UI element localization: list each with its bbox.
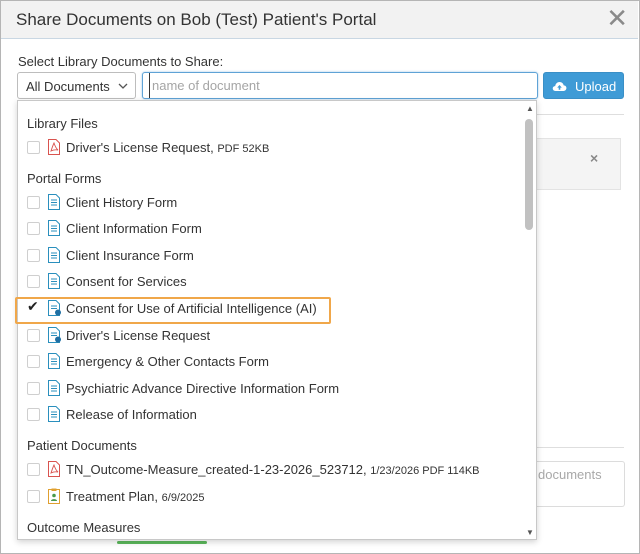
item-checkbox[interactable] <box>27 463 40 476</box>
item-checkbox[interactable] <box>27 275 40 288</box>
list-item[interactable]: Client Insurance Form <box>27 246 522 266</box>
item-label: Driver's License Request <box>66 328 211 343</box>
group-header-outcome-measures: Outcome Measures <box>27 520 141 535</box>
list-item[interactable]: Driver's License Request <box>27 326 522 346</box>
list-item[interactable]: Client History Form <box>27 193 522 213</box>
item-checkbox[interactable] <box>27 249 40 262</box>
item-label: Treatment Plan, <box>66 489 159 504</box>
list-item[interactable]: Consent for Services <box>27 272 522 292</box>
list-item[interactable]: Psychiatric Advance Directive Informatio… <box>27 379 522 399</box>
item-checkbox[interactable] <box>27 408 40 421</box>
list-item[interactable]: TN_Outcome-Measure_created-1-23-2026_523… <box>27 460 522 480</box>
item-label: TN_Outcome-Measure_created-1-23-2026_523… <box>66 462 367 477</box>
item-checkbox[interactable] <box>27 222 40 235</box>
item-checkbox[interactable] <box>27 355 40 368</box>
treatment-plan-icon <box>48 488 60 504</box>
upload-button[interactable]: Upload <box>543 72 624 99</box>
cloud-upload-icon <box>552 82 567 91</box>
item-label: Emergency & Other Contacts Form <box>66 354 270 369</box>
list-item[interactable]: Driver's License Request, PDF 52KB <box>27 138 522 158</box>
item-meta: 1/23/2026 PDF 114KB <box>370 465 480 477</box>
list-item[interactable]: Emergency & Other Contacts Form <box>27 352 522 372</box>
item-label: Driver's License Request, <box>66 140 214 155</box>
form-doc-icon <box>48 194 60 210</box>
remove-icon[interactable]: × <box>590 150 598 166</box>
form-doc-icon <box>48 273 60 289</box>
scrollbar-thumb[interactable] <box>525 119 533 230</box>
dialog-header: Share Documents on Bob (Test) Patient's … <box>1 1 638 39</box>
dialog-title: Share Documents on Bob (Test) Patient's … <box>16 10 377 29</box>
item-checkbox[interactable] <box>27 490 40 503</box>
group-header-portal-forms: Portal Forms <box>27 171 102 186</box>
item-checkbox[interactable] <box>27 382 40 395</box>
background-selected-panel <box>536 138 621 190</box>
document-search-input[interactable] <box>149 73 534 98</box>
item-label: Psychiatric Advance Directive Informatio… <box>66 381 340 396</box>
pdf-icon <box>48 461 60 477</box>
document-search-field[interactable] <box>142 72 538 99</box>
selection-highlight <box>15 297 331 324</box>
close-icon[interactable]: ✕ <box>606 4 628 34</box>
item-label: Client History Form <box>66 195 178 210</box>
form-doc-icon <box>48 220 60 236</box>
select-library-label: Select Library Documents to Share: <box>18 54 224 69</box>
background-message-text: documents <box>538 467 602 482</box>
item-meta: 6/9/2025 <box>161 492 205 504</box>
scroll-down-arrow-icon[interactable]: ▼ <box>526 528 534 537</box>
pdf-icon <box>48 139 60 155</box>
item-checkbox[interactable] <box>27 141 40 154</box>
background-button-edge <box>117 541 207 544</box>
group-header-patient-documents: Patient Documents <box>27 438 137 453</box>
item-checkbox[interactable] <box>27 196 40 209</box>
form-doc-icon <box>48 406 60 422</box>
form-doc-signature-icon <box>48 327 61 343</box>
item-label: Release of Information <box>66 407 197 422</box>
list-item[interactable]: Client Information Form <box>27 219 522 239</box>
item-meta: PDF 52KB <box>217 143 270 155</box>
scroll-up-arrow-icon[interactable]: ▲ <box>526 104 534 113</box>
background-divider <box>536 447 624 448</box>
item-label: Client Insurance Form <box>66 248 194 263</box>
item-label: Client Information Form <box>66 221 202 236</box>
item-checkbox[interactable] <box>27 329 40 342</box>
document-filter-select[interactable]: All Documents <box>17 72 136 99</box>
form-doc-icon <box>48 380 60 396</box>
form-doc-icon <box>48 353 60 369</box>
background-divider <box>536 114 624 115</box>
chevron-down-icon <box>118 83 128 89</box>
upload-label: Upload <box>575 79 617 94</box>
list-item[interactable]: Release of Information <box>27 405 522 425</box>
list-item[interactable]: Treatment Plan, 6/9/2025 <box>27 487 522 507</box>
form-doc-icon <box>48 247 60 263</box>
document-filter-value: All Documents <box>26 79 110 94</box>
group-header-library-files: Library Files <box>27 116 98 131</box>
item-label: Consent for Services <box>66 274 187 289</box>
